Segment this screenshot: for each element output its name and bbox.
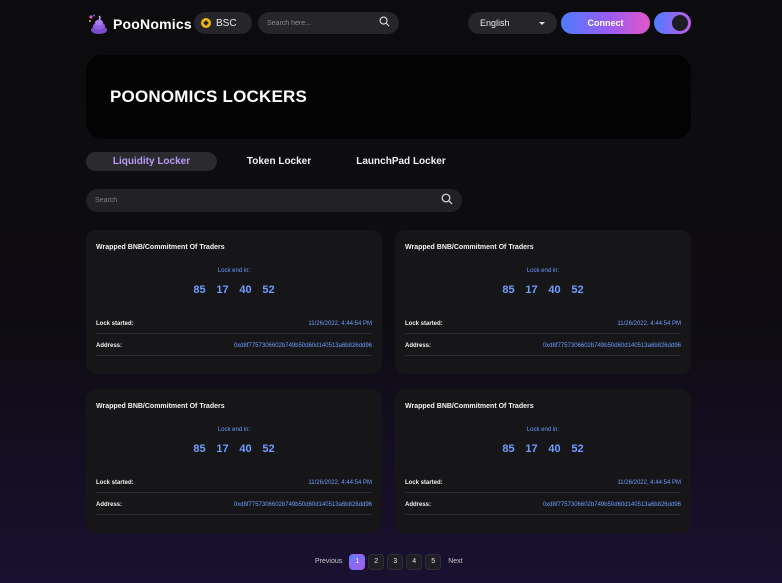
countdown-minutes: 40: [548, 284, 561, 296]
locker-tabs: Liquidity Locker Token Locker LaunchPad …: [86, 152, 486, 171]
countdown-days: 85: [502, 443, 515, 455]
address-link[interactable]: 0xd8f7757306602b749b50d60d140513a6b826dd…: [543, 343, 681, 349]
logo[interactable]: PooNomics: [87, 11, 192, 37]
countdown-hours: 17: [525, 443, 538, 455]
countdown: 85 17 40 52: [86, 443, 382, 455]
lock-started-value: 11/26/2022, 4:44:54 PM: [617, 479, 681, 486]
bsc-icon: [201, 18, 211, 28]
countdown-hours: 17: [525, 284, 538, 296]
card-title: Wrapped BNB/Commitment Of Traders: [96, 244, 225, 251]
connect-button[interactable]: Connect: [561, 12, 650, 34]
address-label: Address:: [96, 342, 123, 349]
locker-card[interactable]: Wrapped BNB/Commitment Of Traders Lock e…: [395, 230, 691, 374]
top-nav: PooNomics BSC English Connect: [87, 11, 691, 37]
lock-end-label: Lock end in:: [526, 268, 560, 274]
countdown-seconds: 52: [571, 284, 584, 296]
header-search: [258, 12, 399, 34]
tab-launchpad-locker[interactable]: LaunchPad Locker: [346, 152, 456, 171]
lock-started-label: Lock started:: [405, 320, 443, 327]
countdown-seconds: 52: [571, 443, 584, 455]
page-button-2[interactable]: 2: [368, 553, 385, 570]
page-banner: POONOMICS LOCKERS: [86, 55, 691, 139]
address-label: Address:: [405, 342, 432, 349]
address-row: Address: 0xd8f7757306602b749b50d60d14051…: [405, 495, 681, 515]
countdown-minutes: 40: [239, 284, 252, 296]
lock-end-label: Lock end in:: [217, 427, 251, 433]
countdown-days: 85: [193, 443, 206, 455]
lock-started-value: 11/26/2022, 4:44:54 PM: [308, 320, 372, 327]
address-label: Address:: [96, 501, 123, 508]
tab-token-locker[interactable]: Token Locker: [236, 152, 322, 171]
pagination: Previous 1 2 3 4 5 Next: [311, 553, 467, 570]
card-title: Wrapped BNB/Commitment Of Traders: [405, 244, 534, 251]
address-link[interactable]: 0xd8f7757306602b749b50d60d140513a6b826dd…: [234, 502, 372, 508]
lock-started-value: 11/26/2022, 4:44:54 PM: [617, 320, 681, 327]
address-link[interactable]: 0xd8f7757306602b749b50d60d140513a6b826dd…: [543, 502, 681, 508]
countdown: 85 17 40 52: [395, 443, 691, 455]
lock-end-label: Lock end in:: [217, 268, 251, 274]
address-row: Address: 0xd8f7757306602b749b50d60d14051…: [96, 336, 372, 356]
page-button-5[interactable]: 5: [425, 553, 442, 570]
page-button-1[interactable]: 1: [349, 553, 366, 570]
countdown-seconds: 52: [262, 284, 275, 296]
search-icon[interactable]: [441, 192, 453, 210]
address-row: Address: 0xd8f7757306602b749b50d60d14051…: [405, 336, 681, 356]
lock-started-row: Lock started: 11/26/2022, 4:44:54 PM: [405, 314, 681, 334]
page-title: POONOMICS LOCKERS: [110, 87, 308, 106]
page-button-3[interactable]: 3: [387, 553, 404, 570]
lock-started-value: 11/26/2022, 4:44:54 PM: [308, 479, 372, 486]
network-selector[interactable]: BSC: [194, 12, 252, 34]
lock-end-label: Lock end in:: [526, 427, 560, 433]
language-selector[interactable]: English: [468, 12, 557, 34]
countdown: 85 17 40 52: [86, 284, 382, 296]
next-page-button[interactable]: Next: [444, 558, 466, 565]
countdown: 85 17 40 52: [395, 284, 691, 296]
countdown-minutes: 40: [239, 443, 252, 455]
locker-card[interactable]: Wrapped BNB/Commitment Of Traders Lock e…: [395, 389, 691, 533]
address-row: Address: 0xd8f7757306602b749b50d60d14051…: [96, 495, 372, 515]
lock-started-label: Lock started:: [405, 479, 443, 486]
lock-started-row: Lock started: 11/26/2022, 4:44:54 PM: [405, 473, 681, 493]
locker-card[interactable]: Wrapped BNB/Commitment Of Traders Lock e…: [86, 389, 382, 533]
lock-started-label: Lock started:: [96, 479, 134, 486]
locker-search-input[interactable]: [95, 197, 441, 204]
theme-toggle-icon: [672, 15, 688, 31]
countdown-minutes: 40: [548, 443, 561, 455]
countdown-seconds: 52: [262, 443, 275, 455]
card-title: Wrapped BNB/Commitment Of Traders: [405, 403, 534, 410]
theme-toggle[interactable]: [654, 12, 691, 34]
card-title: Wrapped BNB/Commitment Of Traders: [96, 403, 225, 410]
search-icon[interactable]: [379, 14, 390, 32]
locker-card[interactable]: Wrapped BNB/Commitment Of Traders Lock e…: [86, 230, 382, 374]
countdown-hours: 17: [216, 284, 229, 296]
language-label: English: [480, 18, 510, 28]
countdown-days: 85: [193, 284, 206, 296]
header-search-input[interactable]: [267, 19, 379, 27]
lock-started-row: Lock started: 11/26/2022, 4:44:54 PM: [96, 314, 372, 334]
address-label: Address:: [405, 501, 432, 508]
locker-search: [86, 189, 462, 212]
chevron-down-icon: [539, 21, 545, 25]
logo-text: PooNomics: [113, 16, 192, 32]
address-link[interactable]: 0xd8f7757306602b749b50d60d140513a6b826dd…: [234, 343, 372, 349]
lock-started-label: Lock started:: [96, 320, 134, 327]
poonomics-logo-icon: [87, 13, 109, 35]
page-button-4[interactable]: 4: [406, 553, 423, 570]
lock-started-row: Lock started: 11/26/2022, 4:44:54 PM: [96, 473, 372, 493]
previous-page-button[interactable]: Previous: [311, 558, 346, 565]
tab-liquidity-locker[interactable]: Liquidity Locker: [86, 152, 217, 171]
countdown-days: 85: [502, 284, 515, 296]
countdown-hours: 17: [216, 443, 229, 455]
network-label: BSC: [216, 17, 237, 29]
